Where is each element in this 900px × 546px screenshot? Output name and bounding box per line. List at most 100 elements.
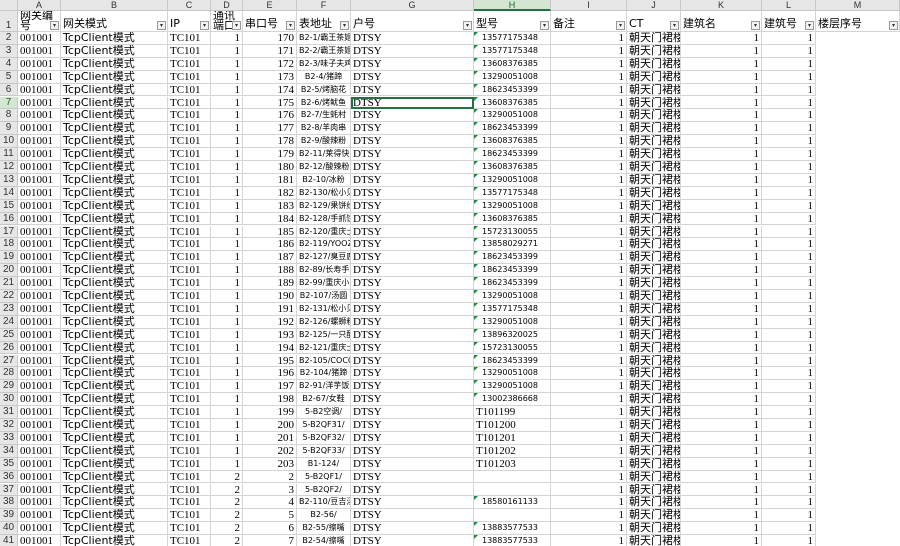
cell-g[interactable]: DTSY [351,328,474,342]
filter-dropdown-icon[interactable]: ▾ [50,21,59,30]
cell-a[interactable]: 001001 [18,70,61,84]
cell-h[interactable]: 13896320025 [474,328,551,342]
cell-g[interactable]: DTSY [351,470,474,484]
cell-j[interactable]: 朝天门裙楼 [627,264,681,278]
cell-a[interactable]: 001001 [18,173,61,187]
cell-l[interactable]: 1 [762,393,816,407]
cell-e[interactable]: 185 [243,225,297,239]
cell-k[interactable]: 1 [681,173,762,187]
cell-j[interactable]: 朝天门裙楼 [627,290,681,303]
cell-g[interactable]: DTSY [351,341,474,355]
cell-e[interactable]: 178 [243,135,297,149]
cell-i[interactable]: 1 [551,315,627,329]
cell-j[interactable]: 朝天门裙楼 [627,522,681,536]
cell-a[interactable]: 001001 [18,264,61,278]
cell-e[interactable]: 195 [243,354,297,368]
row-header-17[interactable]: 17 [0,225,18,239]
cell-g[interactable]: DTSY [351,483,474,497]
cell-f[interactable]: B2-105/COCO冷饮 [297,354,351,368]
cell-k[interactable]: 1 [681,315,762,329]
cell-j[interactable]: 朝天门裙楼 [627,496,681,510]
cell-b[interactable]: TcpClient模式 [61,444,168,458]
cell-e[interactable]: 4 [243,496,297,510]
cell-k[interactable]: 1 [681,444,762,458]
cell-h[interactable]: T101202 [474,444,551,458]
cell-i[interactable]: 1 [551,109,627,123]
header-cell-f[interactable]: 表地址 ▾ [297,11,351,32]
cell-g[interactable]: DTSY [351,173,474,187]
cell-a[interactable]: 001001 [18,199,61,213]
cell-b[interactable]: TcpClient模式 [61,393,168,407]
cell-l[interactable]: 1 [762,186,816,200]
cell-c[interactable]: TC101 [168,470,211,484]
cell-a[interactable]: 001001 [18,380,61,394]
cell-j[interactable]: 朝天门裙楼 [627,302,681,316]
cell-b[interactable]: TcpClient模式 [61,70,168,84]
cell-i[interactable]: 1 [551,32,627,45]
cell-g[interactable]: DTSY [351,122,474,136]
cell-k[interactable]: 1 [681,419,762,432]
cell-l[interactable]: 1 [762,457,816,471]
cell-l[interactable]: 1 [762,328,816,342]
cell-a[interactable]: 001001 [18,186,61,200]
cell-g[interactable]: DTSY [351,393,474,407]
cell-e[interactable]: 182 [243,186,297,200]
cell-i[interactable]: 1 [551,393,627,407]
cell-f[interactable]: B2-6/烤鱿鱼 [297,96,351,110]
cell-i[interactable]: 1 [551,96,627,110]
row-header-33[interactable]: 33 [0,431,18,445]
cell-i[interactable]: 1 [551,470,627,484]
cell-b[interactable]: TcpClient模式 [61,238,168,252]
cell-b[interactable]: TcpClient模式 [61,83,168,97]
cell-l[interactable]: 1 [762,470,816,484]
cell-c[interactable]: TC101 [168,315,211,329]
cell-d[interactable]: 1 [211,315,243,329]
cell-a[interactable]: 001001 [18,431,61,445]
cell-h[interactable]: 13290051008 [474,290,551,303]
cell-l[interactable]: 1 [762,264,816,278]
cell-g[interactable]: DTSY [351,354,474,368]
header-cell-h[interactable]: 型号 ▾ [474,11,551,32]
cell-k[interactable]: 1 [681,535,762,546]
row-header-23[interactable]: 23 [0,302,18,316]
filter-dropdown-icon[interactable]: ▾ [670,21,679,30]
cell-a[interactable]: 001001 [18,44,61,58]
cell-f[interactable]: B2-7/生蚝村 [297,109,351,123]
cell-f[interactable]: B2-129/果饼纷 [297,199,351,213]
column-header-g[interactable]: G [351,0,474,11]
cell-c[interactable]: TC101 [168,431,211,445]
cell-g[interactable]: DTSY [351,315,474,329]
cell-e[interactable]: 177 [243,122,297,136]
cell-f[interactable]: B2-12/酸辣粉 [297,161,351,174]
cell-d[interactable]: 1 [211,290,243,303]
cell-a[interactable]: 001001 [18,83,61,97]
cell-g[interactable]: DTSY [351,135,474,149]
row-header-8[interactable]: 8 [0,109,18,123]
cell-h[interactable]: 13290051008 [474,199,551,213]
cell-j[interactable]: 朝天门裙楼 [627,315,681,329]
row-header-39[interactable]: 39 [0,509,18,523]
cell-i[interactable]: 1 [551,290,627,303]
cell-h[interactable]: 18623453399 [474,122,551,136]
cell-l[interactable]: 1 [762,57,816,71]
row-header-37[interactable]: 37 [0,483,18,497]
cell-b[interactable]: TcpClient模式 [61,302,168,316]
cell-c[interactable]: TC101 [168,186,211,200]
column-header-j[interactable]: J [627,0,681,11]
cell-j[interactable]: 朝天门裙楼 [627,483,681,497]
cell-b[interactable]: TcpClient模式 [61,431,168,445]
cell-a[interactable]: 001001 [18,109,61,123]
cell-g[interactable]: DTSY [351,277,474,290]
cell-i[interactable]: 1 [551,535,627,546]
cell-a[interactable]: 001001 [18,496,61,510]
cell-i[interactable]: 1 [551,70,627,84]
cell-j[interactable]: 朝天门裙楼 [627,419,681,432]
column-header-l[interactable]: L [762,0,816,11]
cell-a[interactable]: 001001 [18,444,61,458]
cell-g[interactable]: DTSY [351,522,474,536]
cell-d[interactable]: 1 [211,431,243,445]
cell-i[interactable]: 1 [551,83,627,97]
cell-h[interactable]: 13577175348 [474,186,551,200]
cell-g[interactable]: DTSY [351,186,474,200]
cell-l[interactable]: 1 [762,44,816,58]
